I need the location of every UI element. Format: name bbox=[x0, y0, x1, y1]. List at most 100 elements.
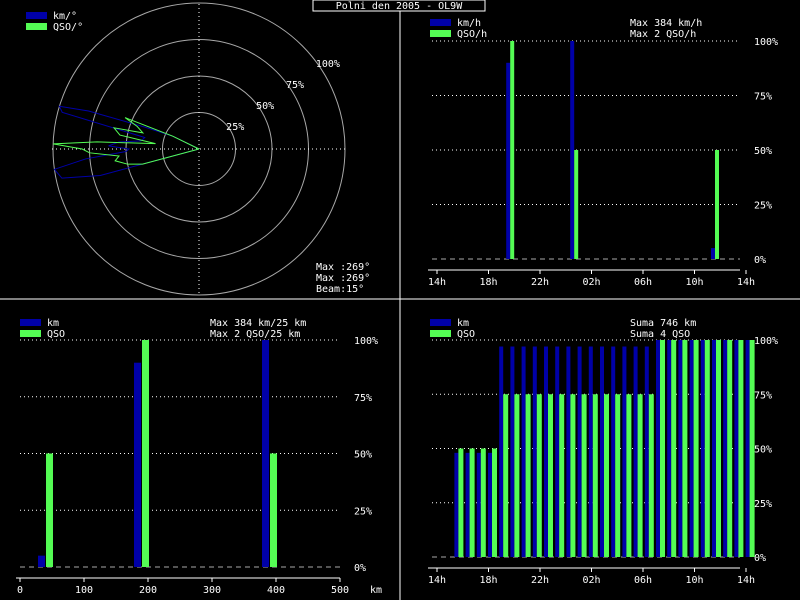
bar bbox=[476, 452, 481, 557]
legend-label: QSO/h bbox=[457, 29, 487, 40]
legend-label: km bbox=[47, 318, 59, 329]
bar bbox=[454, 452, 459, 557]
x-tick-label: 14h bbox=[428, 575, 446, 586]
bar bbox=[38, 555, 45, 567]
stat-text: Suma 746 km bbox=[630, 318, 696, 329]
y-tick-label: 75% bbox=[354, 393, 372, 404]
bar bbox=[660, 340, 665, 557]
legend-label: km bbox=[457, 318, 469, 329]
legend-swatch bbox=[26, 12, 47, 19]
x-tick-label: 02h bbox=[582, 277, 600, 288]
polar-info-km-max: Max :269° bbox=[316, 262, 370, 273]
legend-swatch bbox=[430, 30, 451, 37]
bar bbox=[46, 453, 53, 567]
legend-label: QSO bbox=[47, 329, 65, 340]
legend-label: km/h bbox=[457, 18, 481, 29]
bar bbox=[574, 150, 579, 259]
bar bbox=[262, 340, 269, 567]
legend-swatch bbox=[430, 330, 451, 337]
bar bbox=[577, 346, 582, 557]
bar bbox=[711, 248, 715, 259]
bar bbox=[503, 394, 509, 557]
bar bbox=[644, 346, 649, 557]
cumulative-bar-panel: 0% 25% 50% 75% 100% 14h 18h 22h 02h 06h 10h 14h kmQS… bbox=[428, 318, 778, 586]
x-tick-label: 18h bbox=[479, 277, 497, 288]
x-tick-label: 06h bbox=[634, 575, 652, 586]
bar bbox=[270, 453, 277, 567]
y-tick-label: 25% bbox=[354, 506, 372, 517]
x-tick-label: 300 bbox=[203, 585, 221, 596]
bar bbox=[749, 340, 755, 557]
bar bbox=[716, 340, 721, 557]
bar bbox=[745, 340, 750, 557]
bar bbox=[611, 346, 616, 557]
bar bbox=[604, 394, 609, 557]
bar bbox=[667, 340, 672, 557]
bar bbox=[633, 346, 638, 557]
bar bbox=[458, 448, 464, 557]
bar bbox=[492, 448, 497, 557]
bar bbox=[738, 340, 744, 557]
bar bbox=[570, 41, 575, 259]
ring-label: 100% bbox=[316, 59, 340, 70]
stat-text: Max 2 QSO/h bbox=[630, 29, 696, 40]
bar bbox=[488, 452, 492, 557]
bar bbox=[559, 394, 565, 557]
ring-label: 25% bbox=[226, 122, 244, 133]
x-tick-label: 0 bbox=[17, 585, 23, 596]
x-tick-label: 14h bbox=[737, 575, 755, 586]
bar bbox=[648, 394, 654, 557]
y-tick-label: 50% bbox=[754, 445, 772, 456]
bar bbox=[626, 394, 632, 557]
y-tick-label: 25% bbox=[754, 499, 772, 510]
legend-label: QSO bbox=[457, 329, 475, 340]
bar bbox=[465, 452, 470, 557]
bar bbox=[142, 340, 149, 567]
bar bbox=[532, 346, 537, 557]
x-tick-label: 400 bbox=[267, 585, 285, 596]
bar bbox=[600, 346, 604, 557]
legend-label: QSO/° bbox=[53, 22, 83, 33]
bar bbox=[499, 346, 504, 557]
polar-panel: 25% 50% 75% 100% km/°QSO/° Max :269°Max :269°… bbox=[26, 2, 370, 296]
polar-info-qso-max: Max :269° bbox=[316, 273, 370, 284]
x-tick-label: 100 bbox=[75, 585, 93, 596]
x-tick-label: 06h bbox=[634, 277, 652, 288]
legend-swatch bbox=[430, 319, 451, 326]
bar bbox=[615, 394, 621, 557]
bar bbox=[656, 340, 660, 557]
x-tick-label: 22h bbox=[531, 575, 549, 586]
bar bbox=[678, 340, 683, 557]
bar bbox=[622, 346, 627, 557]
legend-swatch bbox=[20, 330, 41, 337]
x-tick-label: 22h bbox=[531, 277, 549, 288]
x-tick-label: 500 bbox=[331, 585, 349, 596]
bar bbox=[700, 340, 705, 557]
chart-title: Polni den 2005 - OL9W bbox=[336, 1, 463, 12]
x-tick-label: 02h bbox=[582, 575, 600, 586]
bar bbox=[480, 448, 486, 557]
legend-swatch bbox=[26, 23, 47, 30]
stat-text: Max 2 QSO/25 km bbox=[210, 329, 300, 340]
y-tick-label: 25% bbox=[754, 201, 772, 212]
bar bbox=[581, 394, 587, 557]
y-tick-label: 100% bbox=[754, 336, 778, 347]
chart-svg: Polni den 2005 - OL9W 25%50%75%100%km/°Q… bbox=[0, 0, 800, 600]
y-tick-label: 100% bbox=[754, 37, 778, 48]
bar bbox=[570, 394, 576, 557]
bar bbox=[566, 346, 571, 557]
y-tick-label: 50% bbox=[754, 146, 772, 157]
bar bbox=[510, 41, 515, 259]
stat-text: Max 384 km/25 km bbox=[210, 318, 306, 329]
bar bbox=[723, 340, 728, 557]
bar bbox=[734, 340, 739, 557]
bar bbox=[469, 448, 475, 557]
bar bbox=[671, 340, 677, 557]
bar bbox=[592, 394, 598, 557]
bar bbox=[525, 394, 531, 557]
y-tick-label: 50% bbox=[354, 450, 372, 461]
y-tick-label: 100% bbox=[354, 336, 378, 347]
bar bbox=[536, 394, 542, 557]
x-tick-label: 14h bbox=[428, 277, 446, 288]
chart-canvas: Polni den 2005 - OL9W 25% 50% 75% 100% km/° Q… bbox=[0, 0, 800, 600]
